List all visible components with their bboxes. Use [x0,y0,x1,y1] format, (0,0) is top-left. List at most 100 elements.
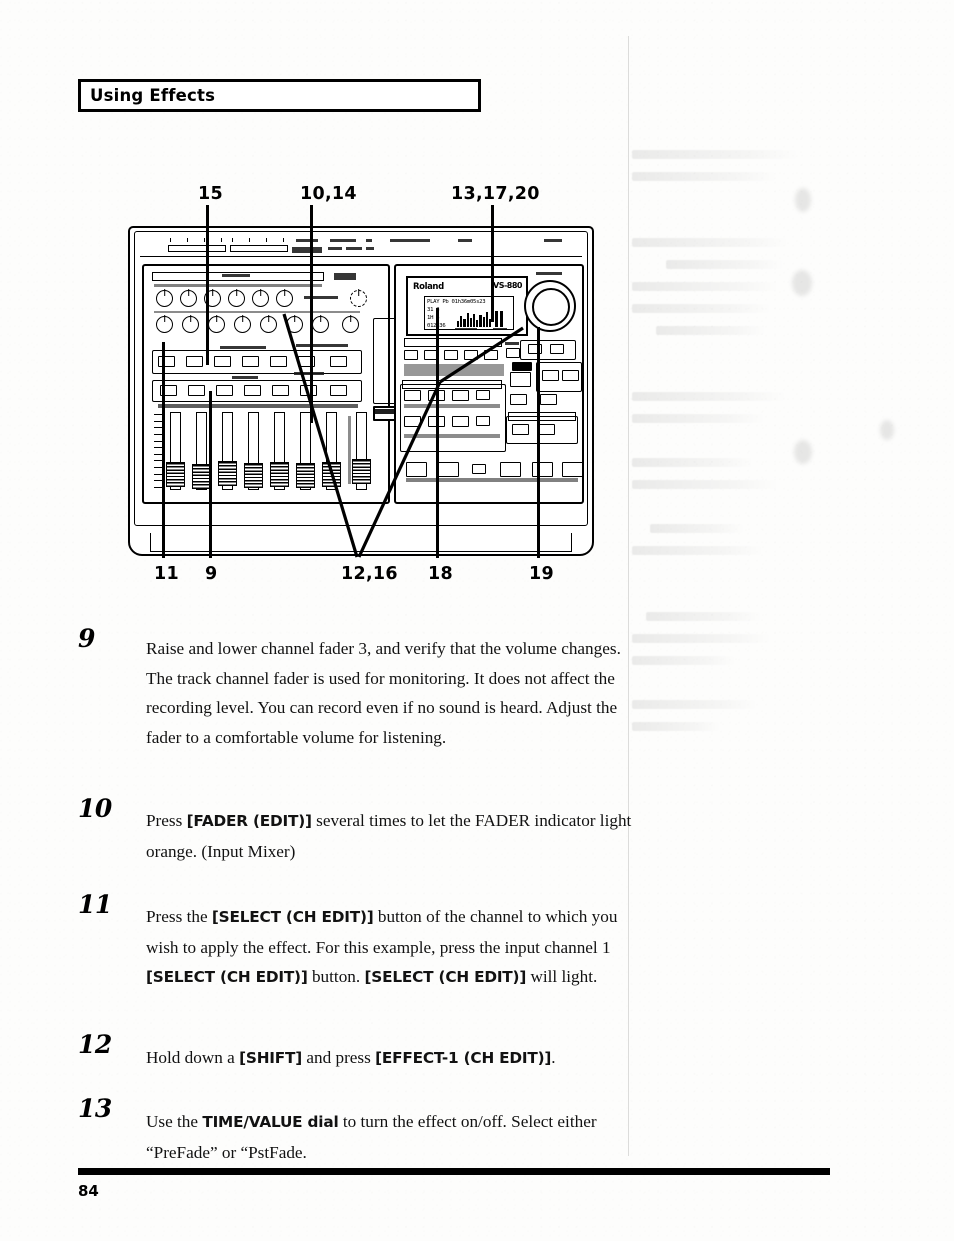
master-fader-cap[interactable] [352,459,371,484]
auto-button[interactable] [452,416,469,427]
play-button[interactable] [532,462,553,477]
rec-mode-button-a[interactable] [542,370,559,381]
preview-from-button[interactable] [512,424,529,435]
pan-knob-2[interactable] [182,316,199,333]
fader-cap-5[interactable] [270,462,289,487]
rear-label-d [328,247,342,250]
step-number-10: 10 [78,794,112,823]
step-12-keyword-shift: [SHIFT] [239,1049,303,1067]
gain-knob-2[interactable] [180,290,197,307]
edit-condition-button-5[interactable] [484,350,498,360]
fader-cap-1[interactable] [166,462,185,487]
step-text-10: Press [FADER (EDIT)] several times to le… [146,806,638,866]
time-value-label [536,272,562,275]
pan-knob-6[interactable] [286,316,303,333]
callout-label-10-14: 10,14 [300,184,357,204]
status-button-4[interactable] [244,385,261,396]
callout-label-12-16: 12,16 [341,564,398,584]
fader-cap-4[interactable] [244,463,263,488]
rear-label-h [390,239,430,242]
rec-mode-button-b[interactable] [562,370,579,381]
edit-condition-button-1[interactable] [404,350,418,360]
callout-line-13-17-20 [491,205,495,322]
pan-ticks [154,311,360,313]
step-10-part-0: Press [146,811,187,830]
gain-knob-5[interactable] [252,290,269,307]
edit-condition-button-3[interactable] [444,350,458,360]
rear-label-i [458,239,472,242]
step-text-11: Press the [SELECT (CH EDIT)] button of t… [146,902,646,993]
status-button-3[interactable] [216,385,233,396]
device-front-lip [150,533,572,552]
locator-button-3[interactable] [452,390,469,401]
preview-to-button[interactable] [538,424,555,435]
gain-knob-4[interactable] [228,290,245,307]
pan-knob-7[interactable] [312,316,329,333]
pan-knob-8[interactable] [342,316,359,333]
pan-knob-3[interactable] [208,316,225,333]
select-button-3[interactable] [214,356,231,367]
mixer-panel [142,264,390,504]
step-11-keyword-select-b: [SELECT (CH EDIT)] [146,968,308,986]
slider-strip-left [168,245,226,252]
fader-cap-3[interactable] [218,461,237,486]
edit-condition-sublabels [404,364,504,376]
edit-condition-button-4[interactable] [464,350,478,360]
status-button-2[interactable] [188,385,205,396]
loop-button[interactable] [404,416,421,427]
step-11-part-4: button. [307,967,365,986]
select-button-2[interactable] [186,356,203,367]
status-button-7[interactable] [330,385,347,396]
fader-edit-button[interactable] [330,356,347,367]
status-button-6[interactable] [300,385,317,396]
parameter-button-right[interactable] [550,344,564,354]
rear-label-c [330,239,356,242]
forward-button[interactable] [472,464,486,474]
gain-knob-1[interactable] [156,290,173,307]
step-9-part-0: Raise and lower channel fader 3, and ver… [146,639,621,747]
rewind-to-top-button[interactable] [406,462,427,477]
device-figure: 15 10,14 13,17,20 11 9 12,16 18 19 Rolan… [110,180,610,590]
shift-button[interactable] [506,348,520,358]
select-button-4[interactable] [242,356,259,367]
stop-button[interactable] [500,462,521,477]
pan-knob-4[interactable] [234,316,251,333]
digital-in-label [334,273,356,280]
rear-label-j [544,239,562,242]
locator-button-4[interactable] [476,390,490,400]
gain-knob-6[interactable] [276,290,293,307]
ghost-smudge [792,270,812,296]
scale-ticks-right [232,238,284,242]
brand-logo: Roland [413,282,444,292]
undo-button[interactable] [510,372,531,387]
record-button[interactable] [562,462,583,477]
status-label [232,376,258,379]
ghost-smudge [880,420,894,440]
rewind-button[interactable] [438,462,459,477]
step-11-keyword-select-a: [SELECT (CH EDIT)] [211,908,374,926]
select-button-5[interactable] [270,356,287,367]
status-button-5[interactable] [272,385,289,396]
model-name: VS-880 [493,281,522,290]
fader-cap-7[interactable] [322,462,341,487]
step-12-part-0: Hold down a [146,1048,240,1067]
select-button-1[interactable] [158,356,175,367]
footer-rule [78,1168,830,1175]
select-ch-edit-label [220,346,266,349]
locator-button-1[interactable] [404,390,421,401]
pan-knob-5[interactable] [260,316,277,333]
time-value-dial[interactable] [524,280,576,332]
scene-button[interactable] [476,416,490,426]
channel-numbers-row [154,284,322,287]
callout-label-19: 19 [529,564,554,584]
callout-line-11 [162,342,166,558]
step-12-keyword-effect-1: [EFFECT-1 (CH EDIT)] [375,1049,552,1067]
callout-label-11: 11 [154,564,179,584]
fader-cap-6[interactable] [296,463,315,488]
input-jack-icon [350,290,367,307]
pan-knob-1[interactable] [156,316,173,333]
track-cue-button[interactable] [540,394,557,405]
dtrk-button[interactable] [510,394,527,405]
callout-line-9 [209,391,213,558]
step-12-part-4: . [551,1048,556,1067]
